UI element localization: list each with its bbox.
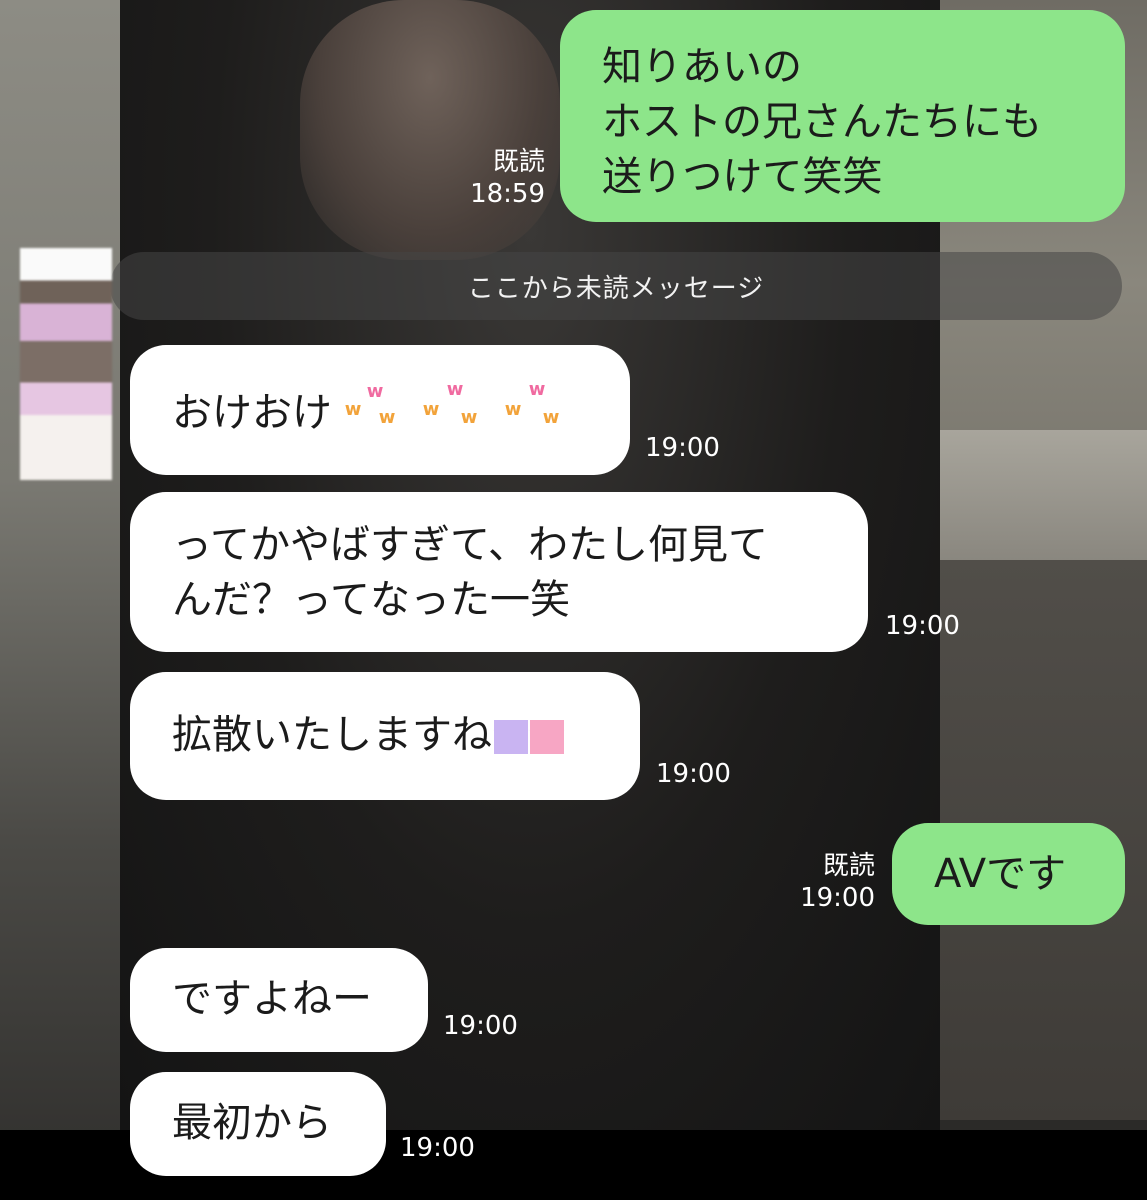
message-status: 既読 19:00 [770, 850, 875, 914]
heart-icon [494, 720, 528, 754]
message-line: 送りつけて笑笑 [602, 154, 883, 200]
message-text: ですよねー [172, 976, 372, 1022]
background-wall [0, 0, 140, 1200]
message-text: 拡散いたしますね [172, 712, 492, 758]
message-time: 19:00 [645, 433, 720, 463]
message-text: 最初から [172, 1100, 332, 1146]
message-time: 19:00 [400, 1133, 475, 1163]
message-text: AVです [934, 851, 1067, 897]
read-receipt: 既読 [492, 147, 545, 177]
message-line: んだ？ってなった一笑 [172, 577, 570, 623]
message-line: ホストの兄さんたちにも [602, 99, 1042, 145]
www-sticker-icon: w w w w w w w w w [344, 379, 560, 428]
message-time: 19:00 [800, 883, 875, 913]
background-detail [300, 0, 560, 260]
message-status: 既読 18:59 [440, 146, 545, 210]
message-time: 19:00 [656, 759, 731, 789]
incoming-message[interactable]: ってかやばすぎて、わたし何見て んだ？ってなった一笑 [130, 492, 868, 652]
incoming-message[interactable]: おけおけ w w w w w w w w w [130, 345, 630, 475]
outgoing-message[interactable]: AVです [892, 823, 1125, 925]
incoming-message[interactable]: ですよねー [130, 948, 428, 1052]
unread-divider: ここから未読メッセージ [110, 252, 1122, 320]
message-time: 19:00 [443, 1011, 518, 1041]
incoming-message[interactable]: 最初から [130, 1072, 386, 1176]
heart-icon [530, 720, 564, 754]
message-line: ってかやばすぎて、わたし何見て [172, 522, 768, 568]
incoming-message[interactable]: 拡散いたしますね [130, 672, 640, 800]
message-time: 19:00 [885, 611, 960, 641]
avatar[interactable] [20, 248, 112, 480]
message-text: おけおけ [172, 390, 332, 436]
message-line: 知りあいの [602, 44, 802, 90]
read-receipt: 既読 [822, 851, 875, 881]
unread-divider-label: ここから未読メッセージ [467, 273, 765, 304]
message-time: 18:59 [470, 179, 545, 209]
outgoing-message[interactable]: 知りあいの ホストの兄さんたちにも 送りつけて笑笑 [560, 10, 1125, 222]
